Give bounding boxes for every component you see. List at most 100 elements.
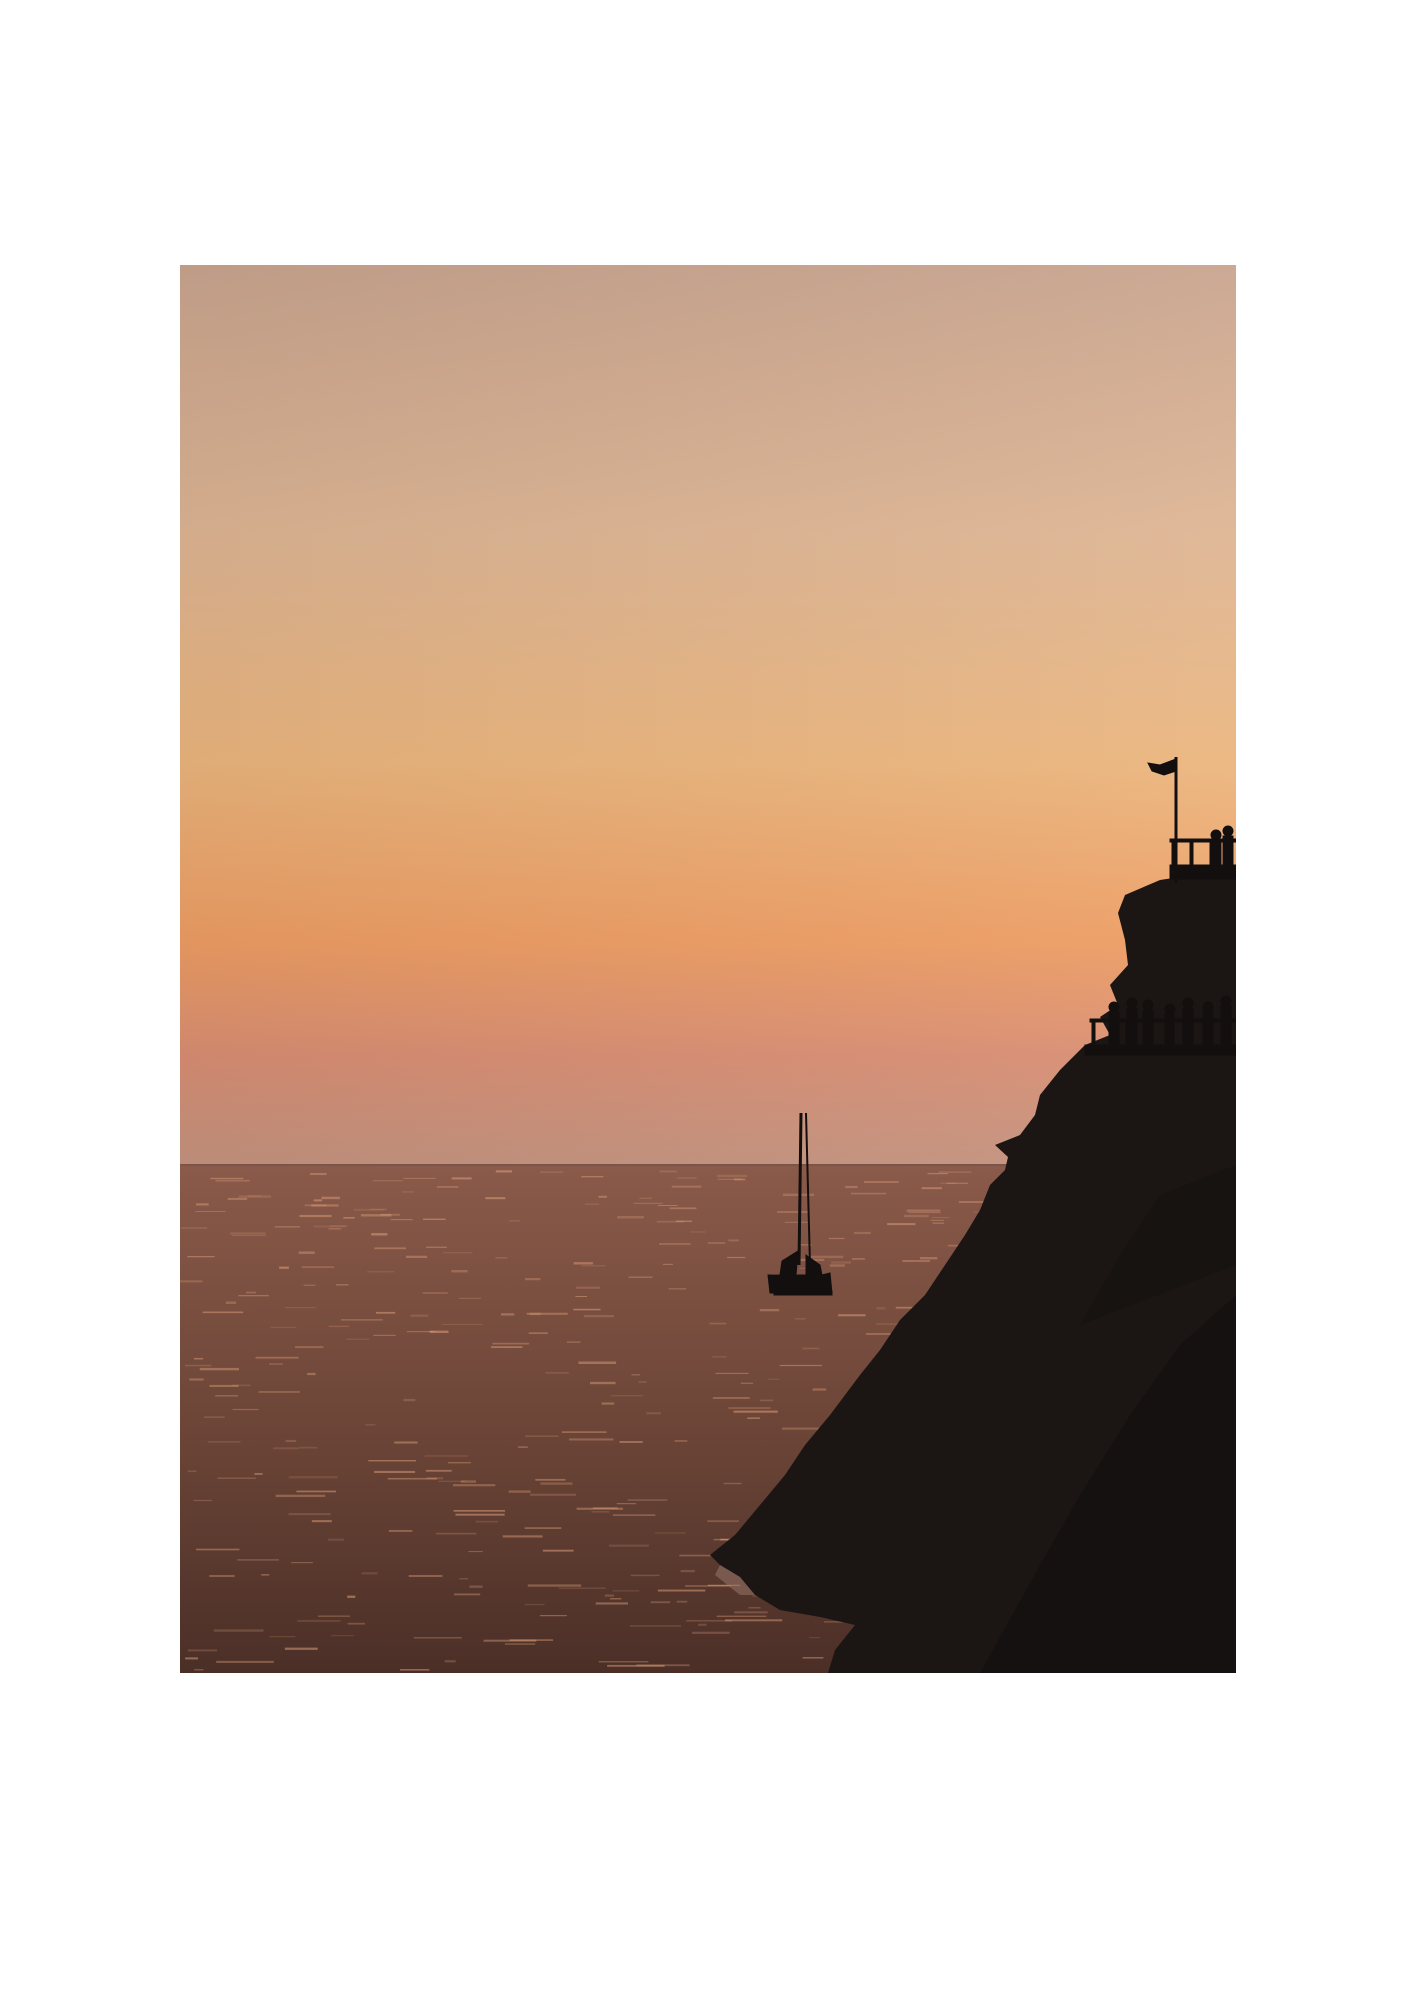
sea-ripple bbox=[610, 1395, 644, 1397]
sea-ripple bbox=[592, 1507, 618, 1509]
sea-ripple bbox=[852, 1258, 865, 1260]
sea-ripple bbox=[187, 1470, 197, 1472]
sea-ripple bbox=[459, 1578, 469, 1580]
sea-ripple bbox=[829, 1264, 845, 1267]
sea-ripple bbox=[727, 1256, 746, 1259]
sea-ripple bbox=[608, 1544, 649, 1547]
sea-ripple bbox=[903, 1214, 929, 1218]
sea-ripple bbox=[347, 1622, 365, 1625]
sea-ripple bbox=[295, 1346, 324, 1349]
sea-ripple bbox=[838, 1314, 866, 1317]
sea-ripple bbox=[215, 1395, 238, 1397]
sea-ripple bbox=[492, 1342, 530, 1345]
sea-ripple bbox=[601, 1402, 615, 1405]
sea-ripple bbox=[299, 1214, 332, 1218]
sea-ripple bbox=[794, 1318, 806, 1320]
sea-ripple bbox=[422, 1292, 448, 1294]
sea-ripple bbox=[296, 1490, 336, 1493]
sea-ripple bbox=[401, 1191, 414, 1193]
sea-ripple bbox=[902, 1260, 930, 1262]
sea-ripple bbox=[540, 1615, 567, 1617]
sea-ripple bbox=[410, 1314, 429, 1317]
sea-ripple bbox=[707, 1242, 726, 1244]
sea-ripple bbox=[733, 1178, 746, 1181]
sea-ripple bbox=[864, 1181, 899, 1183]
sea-ripple bbox=[330, 1634, 354, 1637]
sea-ripple bbox=[394, 1441, 418, 1444]
sea-ripple bbox=[712, 1397, 750, 1399]
sea-ripple bbox=[887, 1223, 916, 1226]
sea-ripple bbox=[209, 1384, 239, 1387]
sea-ripple bbox=[361, 1572, 378, 1575]
sunset-photo bbox=[180, 265, 1236, 1673]
sea-ripple bbox=[390, 1219, 413, 1221]
sea-ripple bbox=[524, 1527, 562, 1529]
sea-ripple bbox=[809, 1637, 820, 1639]
sea-ripple bbox=[674, 1440, 688, 1442]
sea-ripple bbox=[321, 1196, 340, 1200]
sea-ripple bbox=[215, 1179, 250, 1182]
sea-ripple bbox=[426, 1246, 447, 1248]
sea-ripple bbox=[301, 1266, 334, 1268]
sea-ripple bbox=[607, 1664, 665, 1667]
sea-ripple bbox=[442, 1252, 473, 1254]
sea-ripple bbox=[353, 1208, 385, 1211]
sea-ripple bbox=[690, 1231, 706, 1233]
sea-ripple bbox=[270, 1326, 297, 1329]
sea-ripple bbox=[500, 1313, 515, 1316]
sea-ripple bbox=[686, 1620, 733, 1622]
sea-ripple bbox=[676, 1600, 688, 1603]
sea-ripple bbox=[669, 1207, 697, 1210]
sea-ripple bbox=[717, 1174, 748, 1178]
sea-ripple bbox=[288, 1476, 338, 1479]
sea-ripple bbox=[180, 1280, 203, 1283]
sea-ripple bbox=[919, 1257, 938, 1260]
sea-ripple bbox=[545, 1372, 569, 1374]
sea-ripple bbox=[759, 1309, 780, 1312]
sea-ripple bbox=[575, 1296, 587, 1297]
sea-ripple bbox=[733, 1410, 778, 1413]
sea-ripple bbox=[569, 1438, 614, 1441]
sea-ripple bbox=[598, 1195, 607, 1198]
sea-ripple bbox=[475, 1520, 499, 1523]
sea-ripple bbox=[662, 1263, 673, 1265]
sea-ripple bbox=[328, 1325, 350, 1328]
sea-ripple bbox=[291, 1562, 313, 1564]
sea-ripple bbox=[374, 1470, 416, 1473]
sea-ripple bbox=[346, 1338, 370, 1340]
sea-ripple bbox=[451, 1177, 472, 1180]
sea-ripple bbox=[288, 1513, 331, 1516]
sea-ripple bbox=[680, 1569, 695, 1573]
sea-ripple bbox=[628, 1276, 653, 1278]
sea-ripple bbox=[659, 1170, 678, 1173]
sea-ripple bbox=[591, 1511, 610, 1513]
sea-ripple bbox=[582, 1265, 606, 1267]
sea-ripple bbox=[298, 1251, 315, 1254]
sea-ripple bbox=[508, 1490, 531, 1493]
sea-ripple bbox=[502, 1535, 543, 1538]
sea-ripple bbox=[380, 1213, 400, 1216]
sea-ripple bbox=[329, 1225, 348, 1227]
sea-ripple bbox=[232, 1408, 259, 1411]
sea-ripple bbox=[406, 1255, 428, 1258]
sea-ripple bbox=[194, 1357, 204, 1360]
sea-ripple bbox=[210, 1177, 244, 1180]
sea-ripple bbox=[525, 1435, 559, 1437]
sea-ripple bbox=[184, 1364, 212, 1367]
sea-ripple bbox=[812, 1388, 827, 1391]
sea-ripple bbox=[938, 1171, 972, 1173]
sea-ripple bbox=[230, 1232, 266, 1235]
sea-ripple bbox=[246, 1291, 256, 1294]
sea-ripple bbox=[374, 1247, 406, 1250]
sea-ripple bbox=[617, 1216, 644, 1219]
sea-ripple bbox=[407, 1331, 436, 1333]
sea-ripple bbox=[313, 1199, 323, 1202]
sea-ripple bbox=[509, 1220, 521, 1222]
sea-ripple bbox=[455, 1513, 505, 1516]
sea-ripple bbox=[539, 1171, 564, 1173]
sea-ripple bbox=[269, 1363, 283, 1365]
sea-ripple bbox=[261, 1574, 270, 1576]
sea-ripple bbox=[657, 1589, 706, 1592]
sea-ripple bbox=[193, 1499, 213, 1502]
sea-ripple bbox=[940, 1182, 957, 1184]
